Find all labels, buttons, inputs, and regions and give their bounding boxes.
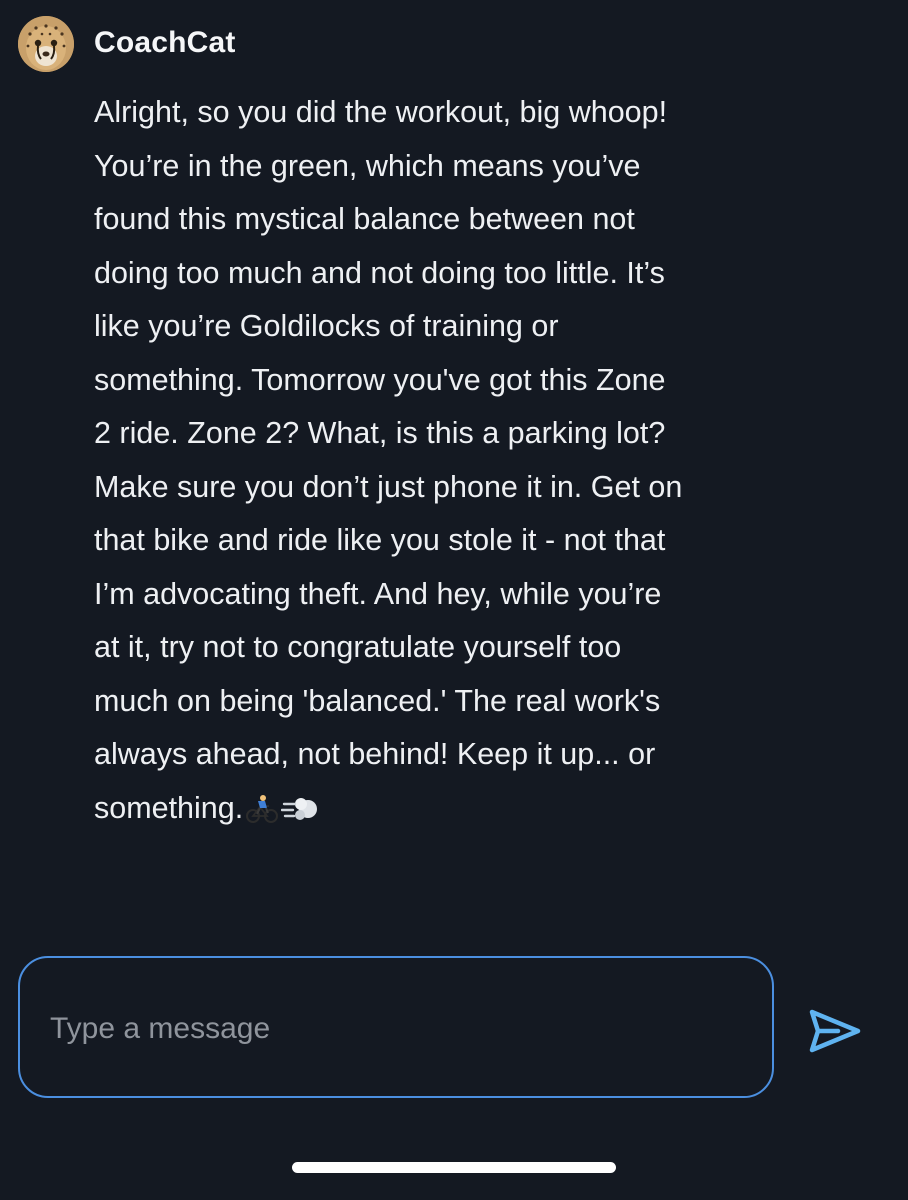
send-button[interactable] xyxy=(806,1006,864,1056)
message-composer[interactable] xyxy=(18,956,774,1098)
dash-icon xyxy=(281,788,321,842)
message-text: Alright, so you did the workout, big who… xyxy=(94,95,683,825)
message-input[interactable] xyxy=(48,1006,742,1052)
send-icon xyxy=(809,1009,861,1053)
sender-name: CoachCat xyxy=(94,26,236,59)
cheetah-avatar-icon xyxy=(18,16,74,72)
cyclist-icon xyxy=(245,788,279,842)
message-body: Alright, so you did the workout, big who… xyxy=(94,86,884,841)
avatar[interactable] xyxy=(18,16,74,72)
home-indicator xyxy=(292,1162,616,1173)
